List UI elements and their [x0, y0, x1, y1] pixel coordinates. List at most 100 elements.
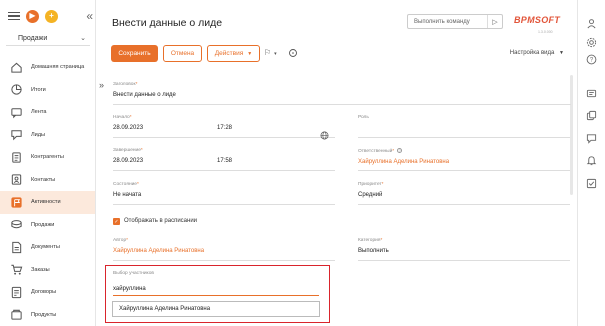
status-field[interactable]: Состояние* Не начата — [113, 182, 333, 198]
command-input[interactable]: Выполнить команду ▷ — [407, 14, 503, 29]
status-label-text: Состояние — [113, 182, 137, 187]
sidebar-item-products[interactable]: Продукты — [0, 304, 95, 326]
sidebar-item-label: Договоры — [31, 289, 57, 296]
sidebar-item-leads[interactable]: Лиды — [0, 124, 95, 147]
page-header: Внести данные о лиде Выполнить команду ▷… — [96, 0, 576, 40]
sidebar-item-activities[interactable]: Активности — [0, 191, 95, 214]
sidebar-item-label: Заказы — [31, 266, 50, 273]
quick-add-icon[interactable]: + — [45, 9, 58, 23]
workspace-select[interactable]: Продажи ⌄ — [6, 31, 90, 46]
sidebar-item-label: Активности — [31, 199, 61, 206]
end-field[interactable]: Завершение* 28.09.2023 17:58 — [113, 148, 333, 164]
author-value[interactable]: Хайруллина Аделина Ринатовна — [113, 248, 333, 254]
lead-icon — [10, 128, 23, 141]
show-in-schedule-checkbox[interactable]: ✓ — [113, 218, 120, 225]
owner-value[interactable]: Хайруллина Аделина Ринатовна — [358, 159, 570, 165]
sidebar-item-documents[interactable]: Документы — [0, 236, 95, 259]
sidebar-item-label: Контакты — [31, 176, 56, 183]
priority-value: Средний — [358, 192, 383, 198]
copy-icon[interactable] — [585, 109, 597, 121]
collapse-sidebar-icon[interactable]: « — [86, 9, 93, 23]
start-date[interactable]: 28.09.2023 — [113, 125, 143, 131]
view-settings-button[interactable]: Настройка вида ▼ — [510, 50, 564, 56]
sidebar-item-summaries[interactable]: Итоги — [0, 79, 95, 102]
cancel-button[interactable]: Отмена — [163, 45, 202, 62]
priority-label: Приоритет* — [358, 182, 570, 187]
author-label-text: Автор — [113, 238, 127, 243]
chat-icon[interactable] — [585, 132, 597, 144]
field-underline — [113, 260, 335, 261]
field-underline — [113, 204, 335, 205]
help-icon[interactable]: ? — [397, 148, 403, 153]
flag-icon — [10, 196, 23, 209]
required-marker: * — [135, 82, 138, 87]
owner-field[interactable]: Ответственный*? Хайруллина Аделина Ринат… — [358, 148, 570, 165]
right-icon-bar: ? — [577, 0, 605, 326]
sidebar-nav: Домашняя страница Итоги Лента Лиды Контр… — [0, 56, 95, 326]
participants-input[interactable]: хайруллина — [113, 286, 319, 292]
start-label-text: Начало — [113, 115, 130, 120]
subject-value: Внести данные о лиде — [113, 92, 176, 98]
messages-icon[interactable] — [585, 87, 597, 99]
record-toolbar: Сохранить Отмена Действия ▼ ⚐ ▾ Настройка… — [96, 45, 576, 65]
caret-down-icon: ▼ — [559, 50, 564, 56]
sidebar-item-label: Домашняя страница — [31, 64, 85, 71]
status-label: Состояние* — [113, 182, 333, 187]
category-field[interactable]: Категория* Выполнить — [358, 238, 570, 254]
required-marker: * — [392, 148, 395, 154]
end-time[interactable]: 17:58 — [217, 158, 232, 164]
subject-field[interactable]: Заголовок* Внести данные о лиде — [113, 82, 333, 98]
settings-gear-icon[interactable] — [585, 36, 597, 48]
field-underline — [358, 204, 570, 205]
author-field[interactable]: Автор* Хайруллина Аделина Ринатовна — [113, 238, 333, 254]
tag-icon[interactable] — [288, 48, 298, 60]
sidebar-item-orders[interactable]: Заказы — [0, 259, 95, 282]
expand-panel-icon[interactable]: » — [99, 80, 104, 90]
required-marker: * — [126, 238, 128, 243]
accounts-icon — [10, 151, 23, 164]
sidebar-item-contacts[interactable]: Контакты — [0, 169, 95, 192]
sidebar-item-label: Продукты — [31, 311, 57, 318]
required-marker: * — [136, 182, 139, 187]
owner-label-text: Ответственный — [358, 148, 393, 154]
contacts-icon — [10, 173, 23, 186]
play-process-icon[interactable]: ▶ — [26, 9, 39, 23]
role-label: Роль — [358, 115, 369, 120]
form-scrollbar[interactable] — [570, 75, 573, 195]
role-field[interactable]: Роль — [358, 115, 570, 125]
sidebar-item-feed[interactable]: Лента — [0, 101, 95, 124]
contract-icon — [10, 286, 23, 299]
sidebar-item-sales[interactable]: Продажи — [0, 214, 95, 237]
tag-shape — [289, 49, 297, 57]
end-date[interactable]: 28.09.2023 — [113, 158, 143, 164]
start-value-row: 28.09.2023 17:28 — [113, 125, 333, 131]
participants-field[interactable]: Выбор участников хайруллина — [113, 271, 319, 292]
products-icon — [10, 308, 23, 321]
app-version: 1.3.0.000 — [538, 30, 553, 34]
end-label: Завершение* — [113, 148, 333, 153]
notifications-bell-icon[interactable] — [585, 154, 597, 166]
start-time[interactable]: 17:28 — [217, 125, 232, 131]
field-underline — [358, 137, 570, 138]
participants-suggestion-item[interactable]: Хайруллина Аделина Ринатовна — [112, 301, 320, 317]
globe-shape — [320, 131, 329, 140]
run-command-icon[interactable]: ▷ — [487, 15, 502, 28]
sidebar-item-contracts[interactable]: Договоры — [0, 281, 95, 304]
sidebar-item-accounts[interactable]: Контрагенты — [0, 146, 95, 169]
save-button[interactable]: Сохранить — [111, 45, 158, 62]
suggestion-text: Хайруллина Аделина Ринатовна — [119, 306, 211, 312]
priority-field[interactable]: Приоритет* Средний — [358, 182, 570, 198]
flag-dropdown-icon[interactable]: ⚐ ▾ — [264, 48, 277, 57]
sidebar-item-label: Лиды — [31, 131, 46, 138]
user-profile-icon[interactable] — [585, 17, 597, 29]
priority-label-text: Приоритет — [358, 182, 382, 187]
sales-icon — [10, 218, 23, 231]
start-field[interactable]: Начало* 28.09.2023 17:28 — [113, 115, 333, 131]
actions-button[interactable]: Действия ▼ — [207, 45, 260, 62]
timezone-globe-icon[interactable] — [320, 127, 329, 145]
sidebar-item-home[interactable]: Домашняя страница — [0, 56, 95, 79]
help-icon[interactable]: ? — [585, 53, 597, 65]
hamburger-menu-icon[interactable] — [8, 11, 20, 21]
tasks-check-icon[interactable] — [585, 177, 597, 189]
sidebar-top-bar: ▶ + « — [8, 8, 93, 24]
